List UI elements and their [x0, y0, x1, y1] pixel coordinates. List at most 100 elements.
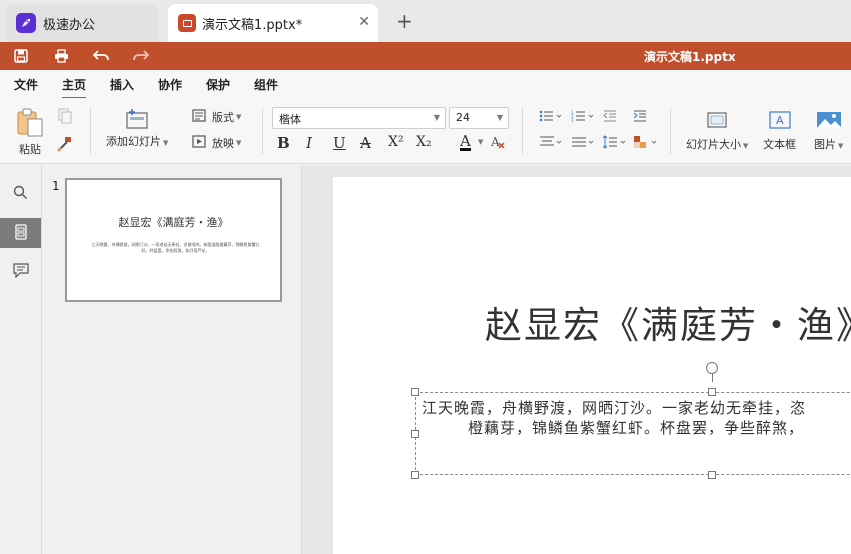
line-spacing-icon[interactable] [571, 136, 595, 148]
bullet-list-icon[interactable] [539, 110, 563, 122]
font-family-select[interactable]: 楷体 ▼ [272, 107, 446, 129]
comments-button[interactable] [0, 257, 41, 287]
body-line-2: 橙藕芽，锦鳞鱼紫蟹红虾。杯盘罢，争些醉煞， [468, 419, 805, 437]
paste-label: 粘贴 [19, 143, 41, 156]
svg-text:3: 3 [571, 118, 574, 122]
slide-size-button[interactable]: 幻灯片大小 ▼ [686, 110, 748, 152]
close-icon[interactable]: ✕ [358, 14, 370, 30]
redo-icon[interactable] [132, 47, 150, 65]
slides-icon [14, 223, 27, 243]
copy-icon[interactable] [58, 108, 72, 124]
align-center-icon[interactable] [539, 136, 563, 148]
ribbon-toolbar: 粘贴 添加幻灯片 ▼ 版式 ▼ 放映 ▼ 楷体 ▼ 24 ▼ B I U A X² [0, 98, 851, 164]
shape-fill-icon[interactable] [633, 135, 659, 149]
font-color-button[interactable]: A [460, 134, 471, 151]
thumbnail-body: 江天晚霞，舟横野渡，网晒汀沙。一家老幼无牵挂，恣意喧哗。新醅泼醅橙藕芽，锦鳞鱼紫… [91, 242, 260, 253]
format-painter-icon[interactable] [57, 136, 73, 152]
add-slide-button[interactable]: 添加幻灯片 ▼ [106, 108, 168, 149]
slide-title[interactable]: 赵显宏《满庭芳・渔》 [485, 295, 851, 349]
thumbnail-title: 赵显宏《满庭芳・渔》 [118, 216, 229, 229]
subscript-button[interactable]: X₂ [416, 134, 432, 150]
slide-thumbnail[interactable]: 赵显宏《满庭芳・渔》 江天晚霞，舟横野渡，网晒汀沙。一家老幼无牵挂，恣意喧哗。新… [65, 178, 282, 302]
menu-collaborate[interactable]: 协作 [158, 76, 182, 93]
play-icon [192, 135, 206, 151]
search-icon [13, 185, 28, 203]
resize-handle-bottom[interactable] [708, 471, 716, 479]
new-tab-button[interactable]: + [396, 10, 413, 32]
image-button[interactable]: 图片 ▼ [814, 110, 843, 152]
svg-text:A: A [776, 114, 784, 127]
ribbon-separator [262, 108, 263, 154]
numbered-list-icon[interactable]: 123 [571, 110, 595, 122]
resize-handle-top[interactable] [708, 388, 716, 396]
paste-button[interactable]: 粘贴 [16, 108, 44, 157]
play-label: 放映 [212, 137, 234, 150]
italic-button[interactable]: I [306, 134, 312, 152]
menu-insert[interactable]: 插入 [110, 76, 134, 93]
title-bar: 演示文稿1.pptx [0, 42, 851, 70]
svg-text:A: A [490, 135, 500, 149]
layout-label: 版式 [212, 111, 234, 124]
resize-handle-left[interactable] [411, 430, 419, 438]
layout-button[interactable]: 版式 ▼ [192, 109, 241, 125]
slide-canvas: 赵显宏《满庭芳・渔》 江天晚霞，舟横野渡，网晒汀沙。一家老幼无牵挂，恣 橙藕芽，… [302, 165, 851, 554]
presentation-icon [178, 14, 196, 32]
ribbon-separator [90, 108, 91, 154]
undo-icon[interactable] [92, 47, 110, 65]
comment-icon [12, 263, 29, 281]
textbox-button[interactable]: A 文本框 [763, 110, 796, 152]
font-size-select[interactable]: 24 ▼ [449, 107, 509, 129]
paste-icon [16, 108, 44, 141]
image-label: 图片 ▼ [814, 138, 844, 151]
slide-number: 1 [52, 179, 60, 193]
print-icon[interactable] [52, 47, 70, 65]
resize-handle-bottom-left[interactable] [411, 471, 419, 479]
menu-bar: 文件 主页 插入 协作 保护 组件 [0, 70, 851, 99]
play-button[interactable]: 放映 ▼ [192, 135, 241, 151]
add-slide-icon [124, 108, 150, 133]
tab-document-label: 演示文稿1.pptx* [202, 17, 303, 33]
resize-handle-top-left[interactable] [411, 388, 419, 396]
body-textbox[interactable]: 江天晚霞，舟横野渡，网晒汀沙。一家老幼无牵挂，恣 橙藕芽，锦鳞鱼紫蟹红虾。杯盘罢… [415, 392, 851, 475]
document-title: 演示文稿1.pptx [644, 50, 736, 64]
layout-icon [192, 109, 206, 125]
rocket-icon [16, 13, 36, 33]
menu-file[interactable]: 文件 [14, 76, 38, 93]
tab-bar: 极速办公 演示文稿1.pptx* ✕ + [0, 0, 851, 42]
ribbon-separator [522, 108, 523, 154]
body-line-1: 江天晚霞，舟横野渡，网晒汀沙。一家老幼无牵挂，恣 [422, 399, 807, 417]
chevron-down-icon: ▼ [433, 113, 440, 122]
slide[interactable]: 赵显宏《满庭芳・渔》 江天晚霞，舟横野渡，网晒汀沙。一家老幼无牵挂，恣 橙藕芽，… [333, 177, 851, 554]
search-button[interactable] [0, 179, 41, 209]
ribbon-separator [670, 108, 671, 154]
decrease-indent-icon[interactable] [603, 110, 617, 122]
textbox-label: 文本框 [763, 138, 796, 151]
tab-document[interactable]: 演示文稿1.pptx* ✕ [168, 4, 378, 42]
clear-format-icon[interactable]: A [490, 134, 506, 150]
increase-indent-icon[interactable] [633, 110, 647, 122]
tab-home-label: 极速办公 [43, 17, 96, 33]
rotate-handle[interactable] [706, 362, 718, 374]
slide-thumbnails-pane: 1 赵显宏《满庭芳・渔》 江天晚霞，舟横野渡，网晒汀沙。一家老幼无牵挂，恣意喧哗… [42, 165, 302, 554]
left-rail [0, 165, 42, 554]
slides-panel-button[interactable] [0, 218, 41, 248]
superscript-button[interactable]: X² [388, 134, 404, 150]
menu-components[interactable]: 组件 [254, 76, 278, 93]
underline-button[interactable]: U [333, 134, 346, 152]
save-icon[interactable] [12, 47, 30, 65]
chevron-down-icon[interactable]: ▼ [478, 138, 483, 146]
strikethrough-button[interactable]: A [360, 134, 371, 152]
add-slide-label: 添加幻灯片 ▼ [106, 135, 169, 148]
image-icon [816, 110, 842, 133]
slide-size-icon [705, 110, 729, 133]
menu-protect[interactable]: 保护 [206, 76, 230, 93]
bold-button[interactable]: B [277, 134, 290, 152]
chevron-down-icon: ▼ [496, 113, 503, 122]
rotate-handle-stem [712, 374, 713, 382]
menu-home[interactable]: 主页 [62, 76, 87, 99]
paragraph-spacing-icon[interactable] [603, 135, 627, 149]
textbox-icon: A [768, 110, 792, 133]
tab-home[interactable]: 极速办公 [6, 4, 158, 42]
slide-size-label: 幻灯片大小 ▼ [686, 138, 749, 151]
font-size-value: 24 [456, 111, 470, 124]
